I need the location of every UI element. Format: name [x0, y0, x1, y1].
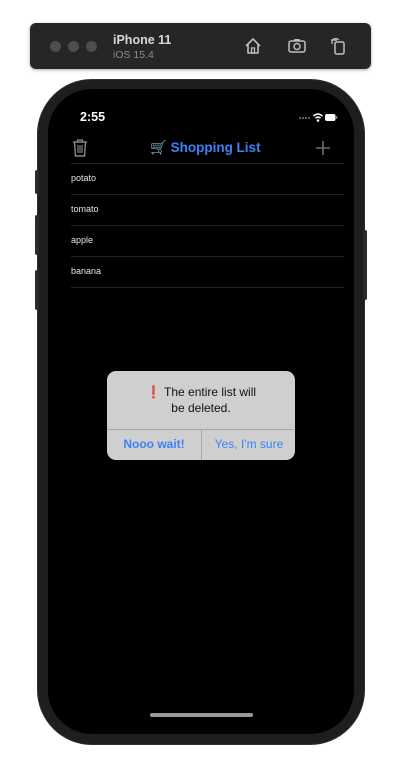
rotate-icon[interactable] [329, 36, 349, 56]
simulator-device-name: iPhone 11 [113, 33, 172, 47]
list-item[interactable]: banana [71, 256, 344, 288]
list-item[interactable]: potato [71, 163, 344, 194]
trash-icon[interactable] [71, 138, 89, 158]
side-button [363, 230, 367, 300]
simulator-os-version: iOS 15.4 [113, 49, 154, 61]
status-icons [299, 113, 338, 122]
exclamation-emoji: ❗ [145, 385, 161, 399]
shopping-list: potato tomato apple banana [71, 163, 344, 288]
home-indicator[interactable] [150, 713, 253, 717]
cart-emoji: 🛒 [150, 140, 167, 155]
list-item-label: banana [71, 266, 102, 276]
list-item[interactable]: tomato [71, 194, 344, 225]
window-zoom-button[interactable] [86, 41, 97, 52]
confirm-delete-button[interactable]: Yes, I'm sure [202, 429, 295, 460]
page-title-text: Shopping List [170, 140, 261, 155]
window-minimize-button[interactable] [68, 41, 79, 52]
screenshot-icon[interactable] [287, 36, 307, 56]
wifi-icon [313, 113, 323, 122]
alert-message-line1: The entire list will [164, 385, 257, 399]
cancel-button[interactable]: Nooo wait! [107, 429, 201, 460]
volume-down-button [35, 270, 39, 310]
window-close-button[interactable] [50, 41, 61, 52]
list-item-label: tomato [71, 204, 99, 214]
plus-icon[interactable] [315, 140, 331, 156]
mute-switch [35, 170, 39, 194]
alert-message: ❗ The entire list will be deleted. [107, 384, 295, 416]
volume-up-button [35, 215, 39, 255]
cellular-signal-icon [299, 117, 310, 119]
status-time: 2:55 [80, 110, 106, 124]
delete-confirm-alert: ❗ The entire list will be deleted. Nooo … [107, 371, 295, 460]
list-item-label: potato [71, 173, 97, 183]
battery-icon [325, 114, 338, 121]
alert-message-line2: be deleted. [171, 401, 231, 415]
list-item-label: apple [71, 235, 94, 245]
list-item[interactable]: apple [71, 225, 344, 256]
simulator-toolbar: iPhone 11 iOS 15.4 [30, 23, 371, 69]
home-icon[interactable] [243, 36, 263, 56]
page-title: 🛒 Shopping List [150, 140, 261, 156]
